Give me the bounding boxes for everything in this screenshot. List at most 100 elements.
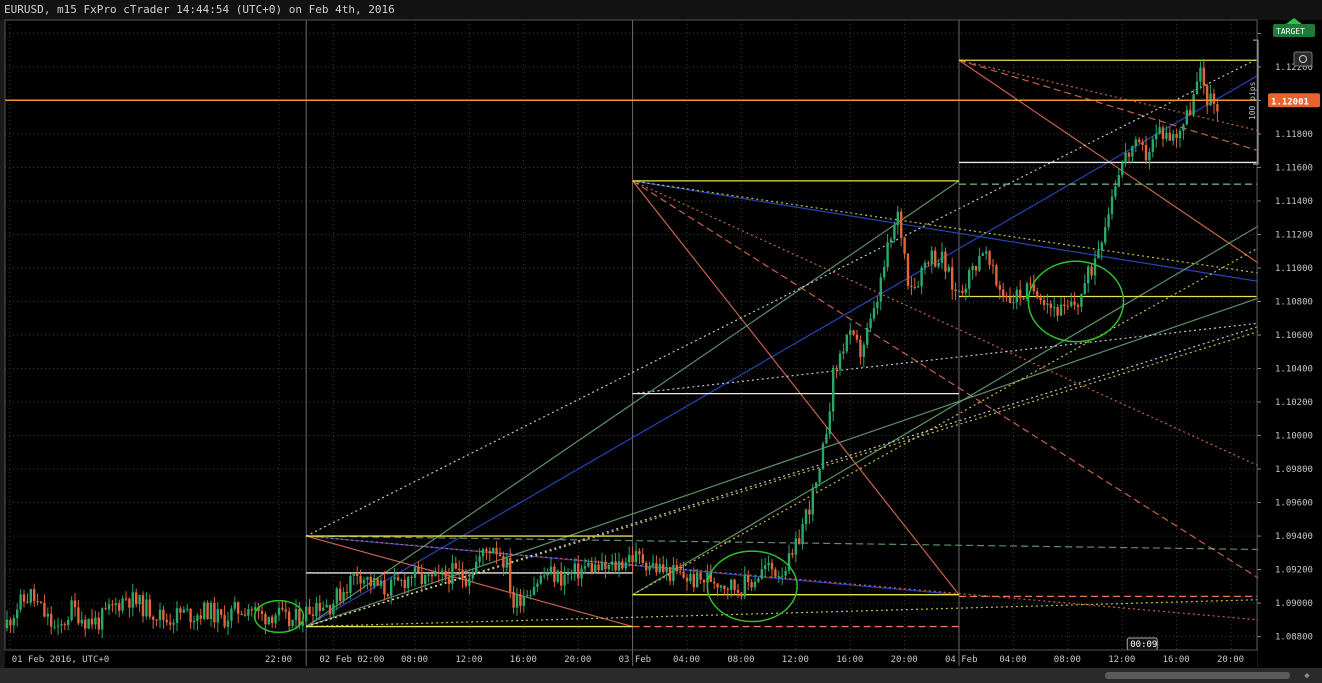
candle-body bbox=[407, 576, 410, 589]
candle-body bbox=[614, 561, 617, 571]
candle-body bbox=[458, 568, 461, 570]
candle-body bbox=[1206, 85, 1209, 106]
candle-body bbox=[930, 250, 933, 264]
y-tick-label: 1.11000 bbox=[1275, 264, 1313, 274]
candle-body bbox=[529, 594, 532, 596]
candle-body bbox=[733, 579, 736, 591]
candle-body bbox=[94, 617, 97, 625]
candle-body bbox=[318, 603, 321, 611]
candle-body bbox=[492, 548, 495, 554]
candle-body bbox=[974, 265, 978, 271]
candle-body bbox=[417, 567, 420, 572]
candle-body bbox=[838, 353, 842, 370]
candle-body bbox=[186, 608, 189, 610]
candle-body bbox=[689, 573, 692, 582]
candle-body bbox=[509, 558, 512, 592]
candle-body bbox=[519, 594, 522, 607]
candle-body bbox=[883, 267, 886, 278]
candle-body bbox=[26, 601, 29, 603]
candle-body bbox=[1080, 293, 1083, 307]
candle-body bbox=[998, 285, 1001, 290]
candle-body bbox=[655, 563, 658, 573]
candle-body bbox=[1025, 283, 1029, 299]
candle-body bbox=[692, 573, 695, 588]
candle-body bbox=[233, 602, 236, 609]
y-tick-label: 1.09000 bbox=[1275, 599, 1313, 609]
candle-body bbox=[114, 603, 117, 606]
candle-body bbox=[645, 563, 648, 571]
candle-body bbox=[77, 607, 80, 624]
candle-body bbox=[764, 565, 767, 570]
candle-body bbox=[1036, 291, 1039, 298]
candle-body bbox=[1005, 296, 1008, 298]
candle-body bbox=[699, 572, 702, 580]
candle-body bbox=[383, 580, 386, 595]
candle-body bbox=[920, 267, 923, 287]
candle-body bbox=[284, 609, 287, 612]
candle-body bbox=[101, 608, 104, 630]
candle-body bbox=[311, 614, 315, 616]
x-tick-label: 16:00 bbox=[510, 655, 537, 665]
candle-body bbox=[332, 603, 335, 615]
candle-body bbox=[1073, 301, 1076, 305]
candle-body bbox=[478, 556, 481, 562]
candle-body bbox=[488, 550, 491, 554]
candle-body bbox=[131, 592, 134, 608]
candle-body bbox=[835, 367, 838, 370]
camera-icon[interactable] bbox=[1293, 51, 1313, 67]
zoom-icon[interactable]: ◆ bbox=[1297, 671, 1317, 681]
candle-body bbox=[804, 509, 808, 525]
current-price-label: 1.12001 bbox=[1271, 97, 1309, 107]
candle-body bbox=[1216, 104, 1219, 112]
candle-body bbox=[944, 251, 947, 272]
candle-body bbox=[1059, 304, 1063, 316]
candle-body bbox=[991, 264, 995, 266]
candle-body bbox=[413, 567, 417, 578]
candle-body bbox=[777, 576, 780, 578]
candle-body bbox=[1097, 250, 1100, 259]
candle-body bbox=[607, 564, 610, 569]
candle-body bbox=[237, 602, 240, 614]
candle-body bbox=[556, 570, 559, 582]
candle-body bbox=[675, 565, 678, 572]
candle-body bbox=[1175, 134, 1178, 139]
x-tick-label: 22:00 bbox=[265, 655, 292, 665]
scrollbar-thumb[interactable] bbox=[1105, 672, 1290, 679]
candle-body bbox=[410, 576, 413, 578]
candle-body bbox=[403, 579, 406, 589]
candle-body bbox=[451, 563, 454, 584]
candle-body bbox=[162, 609, 165, 620]
candle-body bbox=[798, 538, 801, 545]
candle-body bbox=[1199, 67, 1202, 82]
candle-body bbox=[271, 616, 274, 624]
candle-body bbox=[573, 563, 576, 573]
candle-body bbox=[743, 575, 746, 597]
candle-body bbox=[9, 619, 12, 626]
candle-body bbox=[1202, 67, 1205, 86]
x-tick-label: 12:00 bbox=[455, 655, 482, 665]
candle-body bbox=[1076, 304, 1080, 307]
candle-body bbox=[1083, 283, 1086, 294]
candle-body bbox=[1168, 132, 1171, 141]
candle-body bbox=[179, 608, 182, 613]
time-cursor-label: 00:09 bbox=[1130, 640, 1157, 650]
candle-body bbox=[1008, 296, 1012, 304]
candle-body bbox=[1151, 139, 1154, 153]
candle-body bbox=[305, 606, 308, 622]
candle-body bbox=[685, 577, 689, 582]
candle-body bbox=[587, 562, 590, 567]
candle-body bbox=[682, 571, 685, 578]
y-tick-label: 1.09800 bbox=[1275, 465, 1313, 475]
candle-body bbox=[308, 606, 311, 615]
candle-body bbox=[985, 251, 988, 254]
candle-body bbox=[111, 604, 114, 606]
candle-body bbox=[1144, 144, 1148, 161]
candle-body bbox=[291, 619, 294, 627]
candle-body bbox=[155, 619, 158, 621]
candle-body bbox=[128, 598, 131, 608]
candle-body bbox=[1158, 127, 1161, 134]
chart-plot[interactable]: 1.124001.122001.120001.118001.116001.114… bbox=[0, 0, 1322, 683]
candle-body bbox=[104, 608, 107, 610]
candle-body bbox=[536, 583, 539, 587]
candle-body bbox=[5, 619, 9, 629]
